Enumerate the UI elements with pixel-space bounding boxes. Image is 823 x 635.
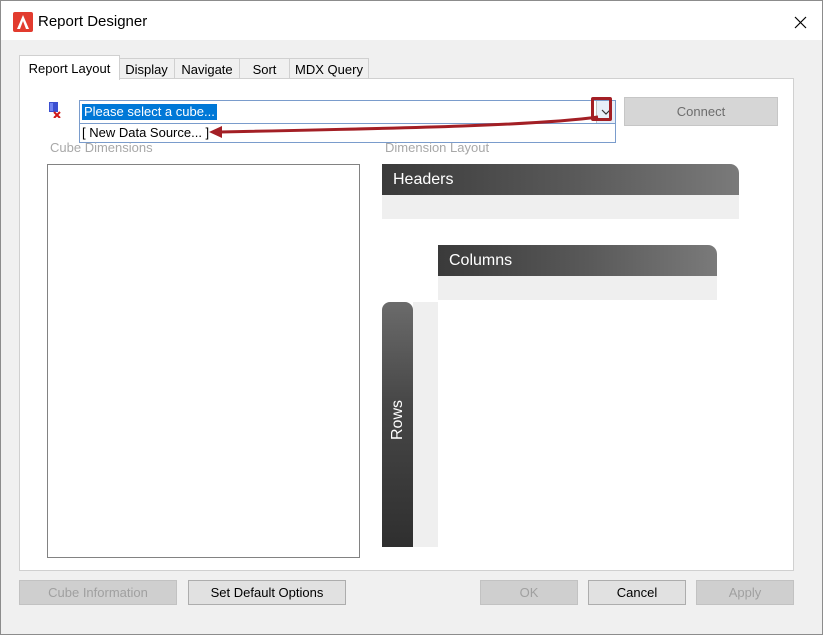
set-default-options-button[interactable]: Set Default Options: [188, 580, 346, 605]
cube-information-button[interactable]: Cube Information: [19, 580, 177, 605]
ok-button[interactable]: OK: [480, 580, 578, 605]
headers-drop-zone[interactable]: [382, 195, 739, 219]
rows-drop-zone[interactable]: [413, 302, 438, 547]
cube-dimensions-label: Cube Dimensions: [50, 140, 153, 155]
dimension-layout-label: Dimension Layout: [385, 140, 490, 155]
rows-zone-label: Rows: [389, 399, 406, 440]
cancel-button[interactable]: Cancel: [588, 580, 686, 605]
columns-zone-header: Columns: [438, 245, 717, 276]
connect-button[interactable]: Connect: [624, 97, 778, 126]
tab-report-layout[interactable]: Report Layout: [19, 55, 120, 80]
headers-zone-header: Headers: [382, 164, 739, 195]
columns-drop-zone[interactable]: [438, 276, 717, 300]
cube-dimensions-list[interactable]: [47, 164, 360, 558]
apply-button[interactable]: Apply: [696, 580, 794, 605]
